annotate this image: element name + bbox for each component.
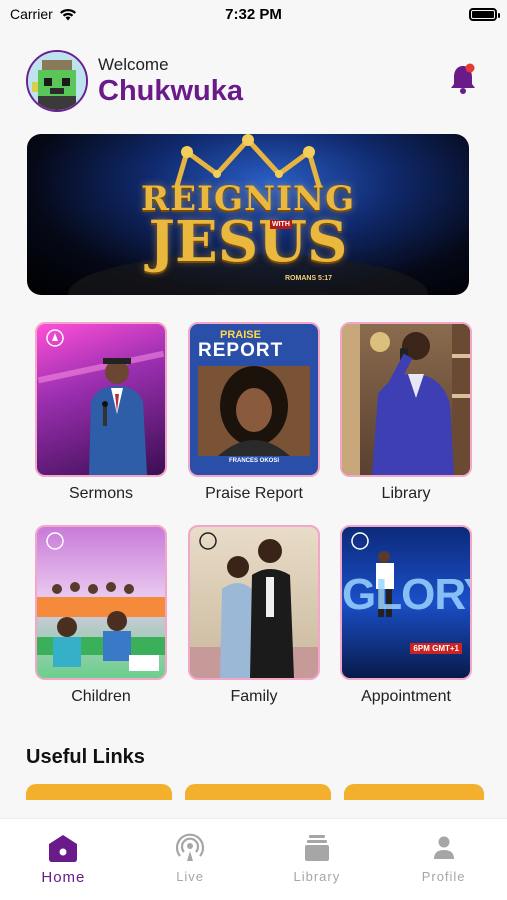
avatar-image	[28, 52, 86, 110]
tile-label: Family	[230, 688, 278, 705]
library-image	[340, 322, 472, 477]
tile-label: Praise Report	[205, 485, 303, 502]
appointment-image: GLORY 6PM GMT+1	[340, 525, 472, 680]
tile-label: Library	[381, 485, 431, 502]
status-bar: Carrier 7:32 PM	[0, 0, 507, 28]
tab-label: Home	[41, 869, 86, 886]
notification-bell-icon[interactable]	[449, 62, 477, 96]
tab-live[interactable]: Live	[127, 819, 254, 900]
tile-children[interactable]: Children	[35, 525, 167, 706]
avatar[interactable]	[26, 50, 88, 112]
useful-links-title: Useful Links	[26, 746, 145, 768]
welcome-text: Welcome Chukwuka	[98, 55, 243, 107]
tile-family[interactable]: Family	[188, 525, 320, 706]
sermons-image	[35, 322, 167, 477]
hero-banner[interactable]: REIGNING JESUS WITH ROMANS 5:17	[27, 134, 469, 295]
bottom-tab-bar: Home Live Library Profile	[0, 818, 507, 900]
praise-image-title2: REPORT	[198, 340, 284, 361]
tab-label: Profile	[421, 869, 466, 884]
tile-library[interactable]: Library	[340, 322, 472, 503]
tile-label: Appointment	[361, 688, 451, 705]
praise-report-image: PRAISE REPORT FRANCES OKOSI	[188, 322, 320, 477]
tile-praise-report[interactable]: PRAISE REPORT FRANCES OKOSI Praise Repor…	[188, 322, 320, 503]
banner-title: REIGNING JESUS	[27, 182, 469, 270]
tile-label: Children	[71, 688, 131, 705]
appointment-image-word: GLORY	[342, 570, 470, 619]
welcome-label: Welcome	[98, 55, 169, 74]
tab-library[interactable]: Library	[254, 819, 381, 900]
tile-sermons[interactable]: Sermons	[35, 322, 167, 503]
family-image	[188, 525, 320, 680]
clock: 7:32 PM	[225, 5, 282, 23]
tab-label: Library	[293, 869, 341, 884]
tile-appointment[interactable]: GLORY 6PM GMT+1 Appointment	[340, 525, 472, 706]
username: Chukwuka	[98, 75, 244, 107]
live-icon	[176, 833, 205, 861]
library-icon	[304, 835, 329, 861]
tab-profile[interactable]: Profile	[380, 819, 507, 900]
battery-icon	[469, 7, 500, 21]
useful-link-card[interactable]	[26, 784, 172, 800]
profile-icon	[433, 836, 454, 859]
useful-link-card[interactable]	[344, 784, 484, 800]
tab-label: Live	[176, 869, 205, 884]
children-image	[35, 525, 167, 680]
tile-label: Sermons	[68, 485, 134, 502]
banner-line2: JESUS	[148, 209, 348, 275]
appointment-image-time: 6PM GMT+1	[410, 643, 462, 654]
banner-with: WITH	[270, 220, 292, 229]
notification-dot	[465, 63, 475, 73]
welcome-header: Welcome Chukwuka	[26, 50, 481, 112]
praise-image-caption: FRANCES OKOSI	[228, 458, 279, 464]
tab-home[interactable]: Home	[0, 819, 127, 900]
praise-photo	[198, 366, 310, 456]
home-icon	[49, 835, 78, 862]
useful-link-card[interactable]	[185, 784, 331, 800]
banner-reference: ROMANS 5:17	[285, 275, 333, 282]
